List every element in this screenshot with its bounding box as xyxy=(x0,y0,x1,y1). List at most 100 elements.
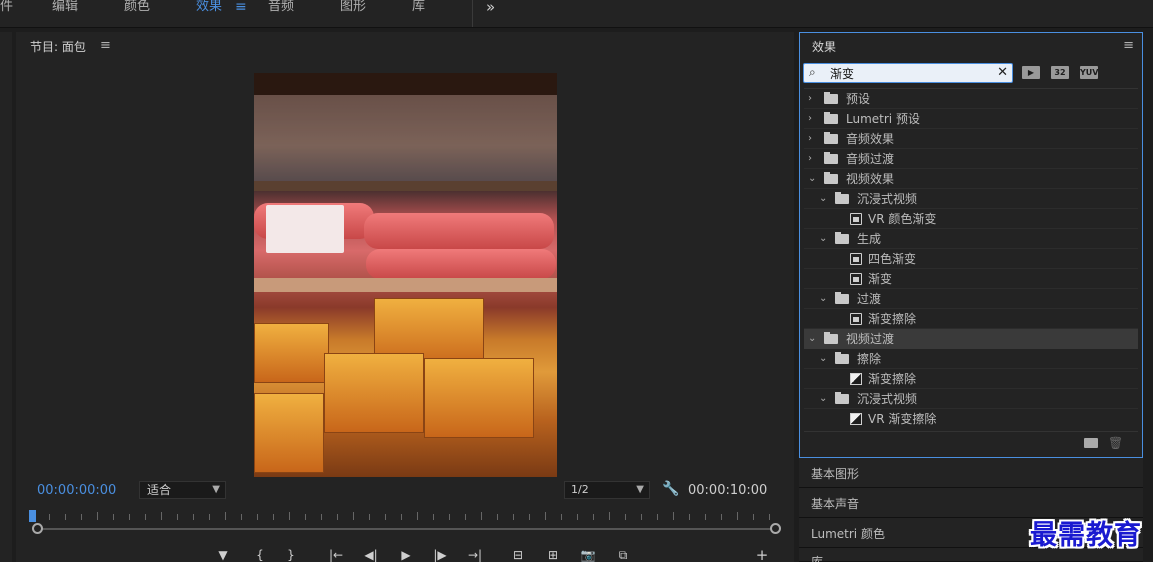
yuv-effects-icon[interactable]: YUV xyxy=(1080,66,1098,79)
lift-button[interactable]: ⊟ xyxy=(508,547,528,562)
close-icon[interactable]: ✕ xyxy=(997,65,1008,80)
comparison-view-button[interactable]: ⧉ xyxy=(613,547,633,562)
tree-item-transition[interactable]: ⌄ 过渡 xyxy=(804,289,1138,309)
panel-title: 基本声音 xyxy=(811,497,860,511)
hamburger-menu-icon[interactable]: ≡ xyxy=(235,0,247,14)
current-timecode[interactable]: 00:00:00:00 xyxy=(37,483,116,498)
chevron-down-icon[interactable]: ⌄ xyxy=(808,169,816,189)
workspace-tab-editing[interactable]: 编辑 xyxy=(52,0,78,16)
play-button[interactable]: ▶ xyxy=(396,547,416,562)
ruler-tick xyxy=(49,514,50,520)
search-icon: ⌕ xyxy=(809,65,816,79)
mark-in-button[interactable]: { xyxy=(253,547,267,562)
ruler-tick xyxy=(513,514,514,520)
chevron-right-icon[interactable]: › xyxy=(808,89,812,109)
step-forward-button[interactable]: |▶ xyxy=(430,547,450,562)
workspace-tab-libraries[interactable]: 库 xyxy=(412,0,425,16)
chevron-down-icon[interactable]: ⌄ xyxy=(819,229,827,249)
chevron-down-icon[interactable]: ⌄ xyxy=(819,389,827,409)
tree-item-label: 视频效果 xyxy=(846,172,895,186)
new-bin-icon[interactable] xyxy=(1084,438,1098,448)
chevron-right-icon[interactable]: › xyxy=(808,149,812,169)
accelerated-effects-icon[interactable]: ▶ xyxy=(1022,66,1040,79)
chevron-down-icon[interactable]: ⌄ xyxy=(819,189,827,209)
tree-item-wipe[interactable]: ⌄ 擦除 xyxy=(804,349,1138,369)
time-ruler[interactable] xyxy=(33,510,771,522)
mark-out-button[interactable]: } xyxy=(284,547,298,562)
step-back-button[interactable]: ◀| xyxy=(361,547,381,562)
wrench-icon[interactable]: 🔧 xyxy=(662,481,679,497)
tree-item-ramp[interactable]: 渐变 xyxy=(804,269,1138,289)
playhead[interactable] xyxy=(29,510,36,522)
effects-search-input[interactable] xyxy=(830,65,995,81)
go-to-in-button[interactable]: |← xyxy=(326,547,346,562)
more-workspaces-icon[interactable]: » xyxy=(486,0,495,15)
32bit-effects-icon[interactable]: 32 xyxy=(1051,66,1069,79)
tree-item-lumetri-presets[interactable]: › Lumetri 预设 xyxy=(804,109,1138,129)
ruler-tick xyxy=(721,514,722,520)
ruler-tick xyxy=(209,514,210,520)
scrollbar-handle-right[interactable] xyxy=(770,523,781,534)
button-editor-button[interactable]: + xyxy=(754,547,770,562)
ruler-tick xyxy=(529,514,530,520)
tree-item-presets[interactable]: › 预设 xyxy=(804,89,1138,109)
fit-select[interactable]: 适合 ▼ xyxy=(139,481,226,499)
ruler-tick xyxy=(545,512,546,520)
ruler-tick xyxy=(321,514,322,520)
tree-item-audio-transitions[interactable]: › 音频过渡 xyxy=(804,149,1138,169)
workspace-tab-audio[interactable]: 音频 xyxy=(268,0,294,16)
tree-item-four-color-gradient[interactable]: 四色渐变 xyxy=(804,249,1138,269)
tree-item-gradient-wipe-transition[interactable]: 渐变擦除 xyxy=(804,369,1138,389)
zoom-scrollbar[interactable] xyxy=(38,528,778,530)
chevron-down-icon[interactable]: ⌄ xyxy=(819,289,827,309)
add-marker-button[interactable]: ▼ xyxy=(216,547,230,562)
ruler-tick xyxy=(753,514,754,520)
tree-item-label: 预设 xyxy=(846,92,871,106)
chevron-right-icon[interactable]: › xyxy=(808,129,812,149)
folder-icon xyxy=(835,352,849,364)
trash-icon[interactable]: 🗑 xyxy=(1108,436,1123,450)
program-monitor: 节目: 面包 ≡ 00:00:00:00 适合 ▼ 1/2 ▼ 🔧 00:00:… xyxy=(16,32,794,562)
go-to-out-button[interactable]: →| xyxy=(465,547,485,562)
effects-panel-title[interactable]: 效果 xyxy=(812,38,836,55)
ruler-tick xyxy=(97,512,98,520)
tree-item-vr-gradient-wipe[interactable]: VR 渐变擦除 xyxy=(804,409,1138,429)
workspace-tab-assembly[interactable]: 件 xyxy=(0,0,13,16)
tree-item-label: VR 渐变擦除 xyxy=(868,412,937,426)
chevron-down-icon: ▼ xyxy=(212,484,220,495)
ruler-tick xyxy=(737,512,738,520)
tree-item-video-transitions[interactable]: ⌄ 视频过渡 xyxy=(804,329,1138,349)
tree-item-immersive-video-transitions[interactable]: ⌄ 沉浸式视频 xyxy=(804,389,1138,409)
scrollbar-handle-left[interactable] xyxy=(32,523,43,534)
workspace-tab-color[interactable]: 颜色 xyxy=(124,0,150,16)
resolution-select[interactable]: 1/2 ▼ xyxy=(564,481,650,499)
ruler-tick xyxy=(577,514,578,520)
essential-graphics-panel[interactable]: 基本图形 xyxy=(799,458,1143,488)
tree-item-vr-color-gradient[interactable]: VR 颜色渐变 xyxy=(804,209,1138,229)
tree-item-audio-effects[interactable]: › 音频效果 xyxy=(804,129,1138,149)
tree-item-immersive-video[interactable]: ⌄ 沉浸式视频 xyxy=(804,189,1138,209)
tree-item-gradient-wipe-effect[interactable]: 渐变擦除 xyxy=(804,309,1138,329)
export-frame-button[interactable]: 📷 xyxy=(578,547,598,562)
tree-item-label: 生成 xyxy=(857,232,882,246)
ruler-tick xyxy=(177,514,178,520)
shelf xyxy=(254,278,557,292)
chevron-right-icon[interactable]: › xyxy=(808,109,812,129)
cake xyxy=(254,323,329,383)
workspace-tab-effects[interactable]: 效果 xyxy=(196,0,222,16)
tree-item-video-effects[interactable]: ⌄ 视频效果 xyxy=(804,169,1138,189)
ruler-tick xyxy=(225,512,226,520)
ruler-tick xyxy=(161,512,162,520)
chevron-down-icon[interactable]: ⌄ xyxy=(819,349,827,369)
tree-item-generate[interactable]: ⌄ 生成 xyxy=(804,229,1138,249)
monitor-menu-icon[interactable]: ≡ xyxy=(100,38,111,53)
cake xyxy=(324,353,424,433)
monitor-title[interactable]: 节目: 面包 xyxy=(30,38,86,55)
chevron-down-icon[interactable]: ⌄ xyxy=(808,329,816,349)
workspace-tab-graphics[interactable]: 图形 xyxy=(340,0,366,16)
ruler-tick xyxy=(625,514,626,520)
ruler-tick xyxy=(769,514,770,520)
ruler-tick xyxy=(369,514,370,520)
extract-button[interactable]: ⊞ xyxy=(543,547,563,562)
panel-menu-icon[interactable]: ≡ xyxy=(1123,38,1134,53)
